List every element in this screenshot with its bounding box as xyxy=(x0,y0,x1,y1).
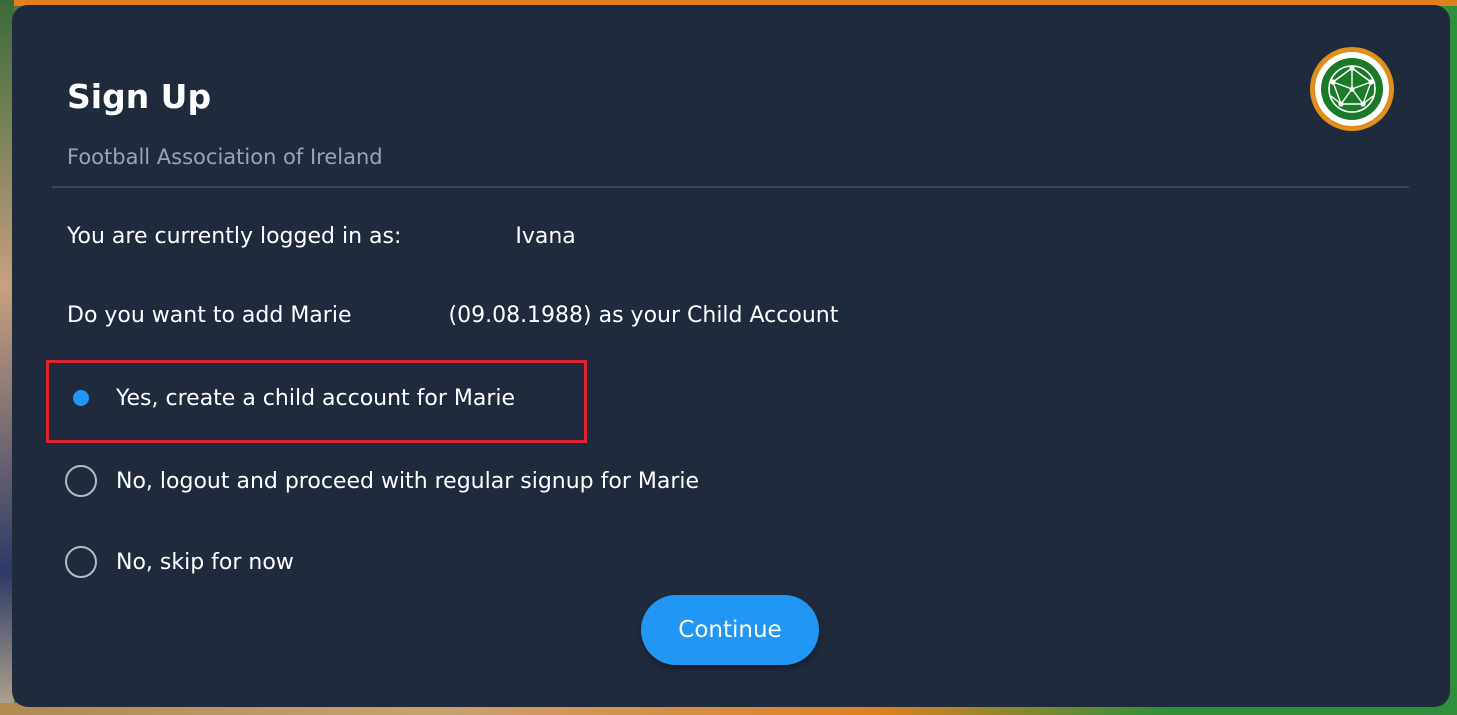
option-label: No, skip for now xyxy=(116,549,294,575)
radio-unselected-icon[interactable] xyxy=(65,546,97,578)
logged-in-line: You are currently logged in as: Ivana xyxy=(67,224,576,249)
dialog-subtitle: Football Association of Ireland xyxy=(67,145,383,169)
logged-in-name: Ivana xyxy=(515,224,576,249)
question-suffix: (09.08.1988) as your Child Account xyxy=(448,303,839,328)
radio-unselected-icon[interactable] xyxy=(65,465,97,497)
child-account-question: Do you want to add Marie (09.08.1988) as … xyxy=(67,303,838,328)
logged-in-prefix: You are currently logged in as: xyxy=(67,224,402,249)
dialog-title: Sign Up xyxy=(67,77,212,116)
option-no-skip[interactable]: No, skip for now xyxy=(65,544,294,580)
signup-dialog: Sign Up Football Association of Ireland xyxy=(12,5,1450,707)
football-emblem-icon xyxy=(1321,58,1383,120)
question-prefix: Do you want to add Marie xyxy=(67,303,352,328)
continue-button[interactable]: Continue xyxy=(641,595,819,665)
selection-highlight-box xyxy=(46,360,587,443)
header-divider xyxy=(52,186,1409,188)
option-label: No, logout and proceed with regular sign… xyxy=(116,468,700,494)
fai-crest-icon xyxy=(1310,47,1394,131)
option-no-logout-signup[interactable]: No, logout and proceed with regular sign… xyxy=(65,463,699,499)
